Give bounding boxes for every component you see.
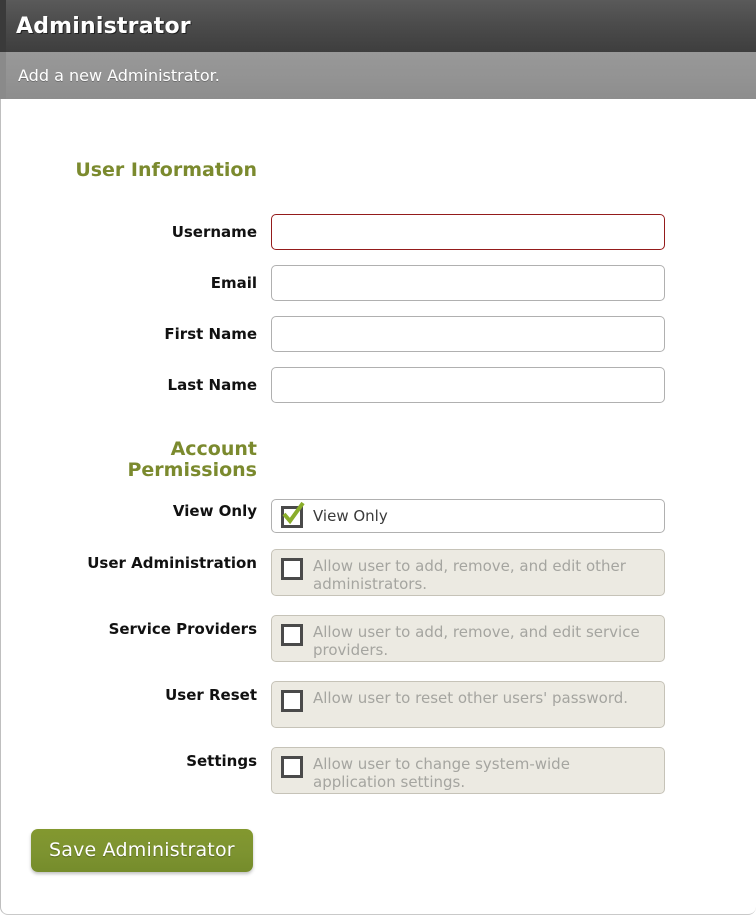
checkbox-box-icon: [281, 624, 303, 646]
checkbox-user-reset[interactable]: [281, 690, 303, 712]
checkbox-box-icon: [281, 690, 303, 712]
permission-toggle-user-administration[interactable]: Allow user to add, remove, and edit othe…: [271, 549, 665, 596]
permission-description-settings: Allow user to change system-wide applica…: [313, 755, 570, 791]
label-service-providers: Service Providers: [108, 620, 257, 638]
label-user-administration: User Administration: [87, 554, 257, 572]
label-username: Username: [171, 223, 257, 241]
permission-description-user-reset: Allow user to reset other users' passwor…: [313, 689, 629, 707]
section-heading-line-1: Account: [170, 438, 257, 460]
label-last-name: Last Name: [167, 376, 257, 394]
input-first-name[interactable]: [271, 316, 665, 352]
label-first-name: First Name: [164, 325, 257, 343]
checkbox-view-only[interactable]: [281, 501, 305, 528]
checkmark-icon: [282, 501, 305, 524]
checkbox-settings[interactable]: [281, 756, 303, 778]
input-email[interactable]: [271, 265, 665, 301]
admin-form-page: Administrator Add a new Administrator. U…: [0, 0, 756, 915]
section-heading-line-2: Permissions: [127, 459, 257, 481]
permission-toggle-view-only[interactable]: View Only: [271, 499, 665, 533]
permission-description-view-only: View Only: [313, 507, 388, 525]
section-heading-account-permissions: Account Permissions: [1, 439, 257, 481]
checkbox-user-administration[interactable]: [281, 558, 303, 580]
save-administrator-button[interactable]: Save Administrator: [31, 829, 253, 872]
label-view-only: View Only: [172, 502, 257, 520]
page-title-bar: Administrator: [0, 0, 756, 52]
section-heading-user-information: User Information: [75, 159, 257, 181]
input-username[interactable]: [271, 214, 665, 250]
permission-description-service-providers: Allow user to add, remove, and edit serv…: [313, 623, 640, 659]
permission-toggle-settings[interactable]: Allow user to change system-wide applica…: [271, 747, 665, 794]
label-email: Email: [210, 274, 257, 292]
checkbox-service-providers[interactable]: [281, 624, 303, 646]
form-content-panel: User Information Username Email First Na…: [0, 99, 756, 915]
permission-description-user-administration: Allow user to add, remove, and edit othe…: [313, 557, 626, 593]
page-subtitle: Add a new Administrator.: [18, 66, 220, 85]
page-title: Administrator: [16, 13, 191, 39]
page-subtitle-bar: Add a new Administrator.: [0, 52, 756, 99]
input-last-name[interactable]: [271, 367, 665, 403]
permission-toggle-service-providers[interactable]: Allow user to add, remove, and edit serv…: [271, 615, 665, 662]
label-user-reset: User Reset: [165, 686, 257, 704]
permission-toggle-user-reset[interactable]: Allow user to reset other users' passwor…: [271, 681, 665, 728]
checkbox-box-icon: [281, 558, 303, 580]
label-settings: Settings: [186, 752, 257, 770]
checkbox-box-icon: [281, 756, 303, 778]
